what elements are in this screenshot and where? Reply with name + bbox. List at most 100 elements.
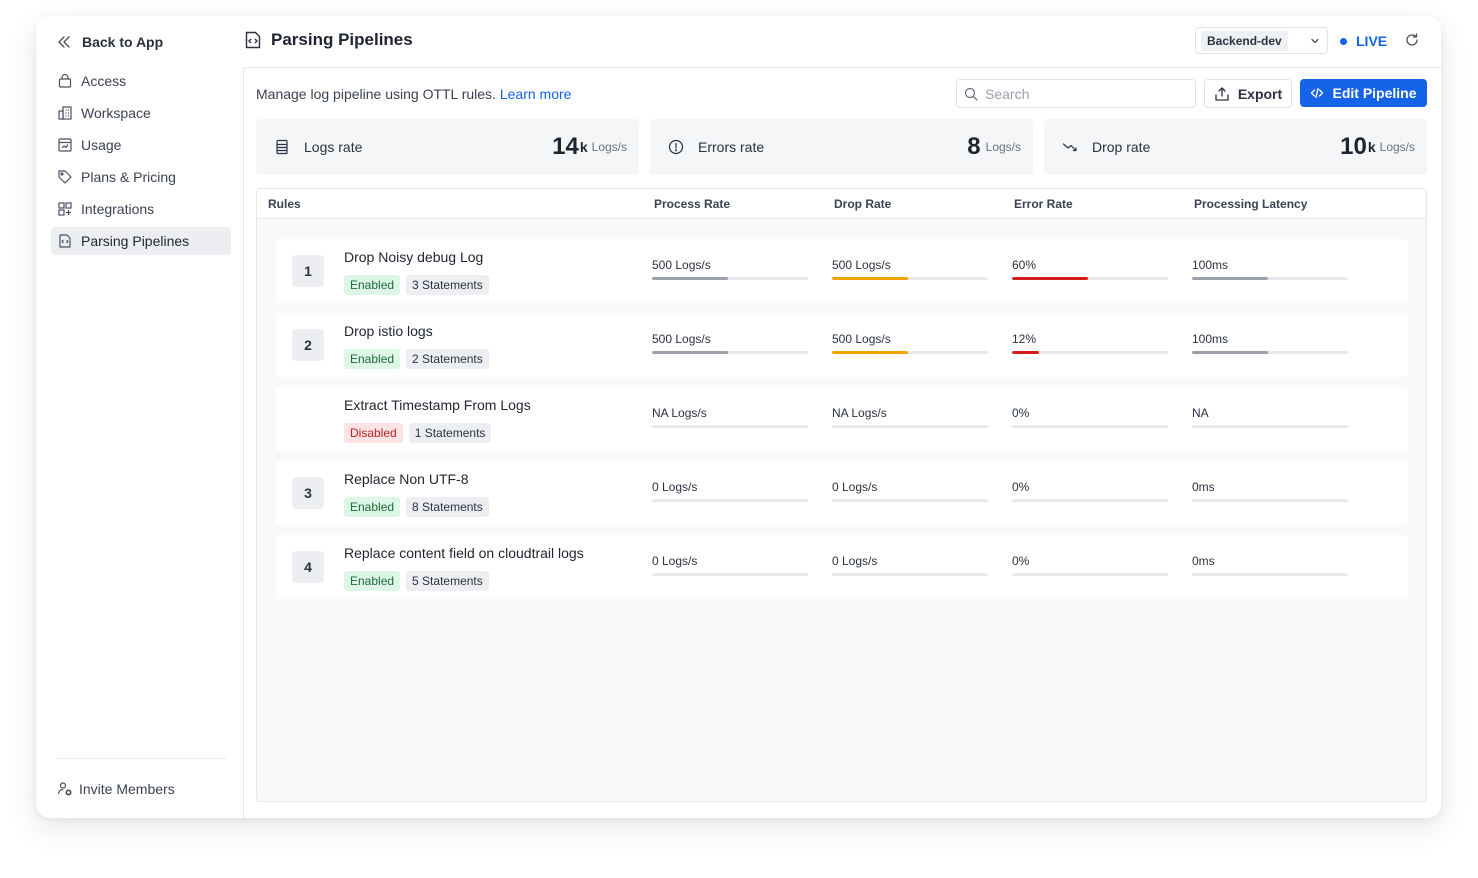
environment-value: Backend-dev	[1201, 30, 1288, 51]
header: Parsing Pipelines Backend-dev LIVE	[243, 16, 1441, 67]
process-rate-cell: 0 Logs/s	[652, 480, 808, 502]
status-badge: Enabled	[344, 275, 401, 295]
search-icon	[964, 87, 978, 101]
column-header-process-rate: Process Rate	[654, 197, 731, 211]
sidebar-item-usage[interactable]: Usage	[51, 131, 231, 159]
rule-badges: Enabled 2 Statements	[344, 349, 489, 369]
error-rate-bar	[1012, 425, 1168, 428]
statements-badge: 1 Statements	[408, 423, 492, 443]
stat-value: 14	[552, 133, 579, 160]
learn-more-link[interactable]: Learn more	[500, 86, 572, 102]
status-badge: Enabled	[344, 349, 401, 369]
live-label: LIVE	[1356, 33, 1388, 49]
live-toggle[interactable]: LIVE	[1340, 33, 1387, 49]
error-rate-bar	[1012, 277, 1168, 280]
lock-icon	[58, 73, 72, 88]
table-header: Rules Process Rate Drop Rate Error Rate …	[257, 189, 1426, 219]
table-row[interactable]: 3 Replace Non UTF-8 Enabled 8 Statements…	[276, 461, 1408, 525]
back-to-app-link[interactable]: Back to App	[56, 32, 163, 52]
rules-list: 1 Drop Noisy debug Log Enabled 3 Stateme…	[276, 239, 1408, 609]
process-rate-value: 0 Logs/s	[652, 480, 698, 494]
statements-badge: 5 Statements	[406, 571, 489, 591]
process-rate-value: 500 Logs/s	[652, 332, 711, 346]
tag-icon	[58, 170, 72, 184]
table-row[interactable]: 1 Drop Noisy debug Log Enabled 3 Stateme…	[276, 239, 1408, 303]
latency-cell: 0ms	[1192, 554, 1348, 576]
table-row[interactable]: 4 Replace content field on cloudtrail lo…	[276, 535, 1408, 599]
rule-index: 2	[292, 329, 324, 361]
drop-rate-value: 500 Logs/s	[832, 258, 891, 272]
drop-rate-fill	[832, 351, 908, 354]
sidebar-item-workspace[interactable]: Workspace	[51, 99, 231, 127]
app-window: Back to App Access Workspace Usage Plans…	[36, 16, 1441, 818]
sidebar-item-parsing-pipelines[interactable]: Parsing Pipelines	[51, 227, 231, 255]
column-header-error-rate: Error Rate	[1014, 197, 1073, 211]
sidebar-nav: Access Workspace Usage Plans & Pricing I…	[51, 67, 231, 259]
stat-suffix: k	[1367, 139, 1376, 155]
drop-rate-cell: 0 Logs/s	[832, 554, 988, 576]
latency-fill	[1192, 277, 1268, 280]
sidebar-item-access[interactable]: Access	[51, 67, 231, 95]
latency-bar	[1192, 499, 1348, 502]
table-row[interactable]: 2 Drop istio logs Enabled 2 Statements 5…	[276, 313, 1408, 377]
stat-label: Errors rate	[698, 139, 765, 155]
double-chevron-left-icon	[58, 36, 70, 48]
table-row[interactable]: Extract Timestamp From Logs Disabled 1 S…	[276, 387, 1408, 451]
export-button[interactable]: Export	[1204, 79, 1292, 108]
drop-rate-cell: NA Logs/s	[832, 406, 988, 428]
search-input[interactable]	[985, 85, 1185, 102]
rule-index: 4	[292, 551, 324, 583]
invite-members-button[interactable]: Invite Members	[57, 779, 175, 799]
process-rate-value: NA Logs/s	[652, 406, 707, 420]
stat-unit: Logs/s	[591, 140, 627, 154]
process-rate-value: 0 Logs/s	[652, 554, 698, 568]
database-icon	[276, 139, 288, 155]
stat-label: Logs rate	[304, 139, 363, 155]
rule-badges: Enabled 8 Statements	[344, 497, 489, 517]
sidebar-divider	[56, 758, 226, 759]
export-label: Export	[1237, 85, 1283, 102]
rule-badges: Disabled 1 Statements	[344, 423, 492, 443]
rule-badges: Enabled 3 Statements	[344, 275, 489, 295]
search-box[interactable]	[956, 79, 1196, 108]
latency-cell: 100ms	[1192, 332, 1348, 354]
latency-bar	[1192, 425, 1348, 428]
error-rate-value: 60%	[1012, 258, 1037, 272]
drop-rate-bar	[832, 425, 988, 428]
pipeline-icon	[59, 234, 71, 248]
usage-icon	[58, 138, 72, 152]
error-rate-value: 0%	[1012, 480, 1030, 494]
refresh-icon[interactable]	[1404, 32, 1420, 48]
error-rate-cell: 0%	[1012, 554, 1168, 576]
environment-select[interactable]: Backend-dev	[1195, 27, 1328, 54]
latency-fill	[1192, 351, 1268, 354]
sidebar-item-integrations[interactable]: Integrations	[51, 195, 231, 223]
error-rate-cell: 60%	[1012, 258, 1168, 280]
trending-down-icon	[1062, 143, 1077, 152]
page-description: Manage log pipeline using OTTL rules. Le…	[256, 86, 571, 102]
process-rate-fill	[652, 277, 728, 280]
process-rate-bar	[652, 351, 808, 354]
process-rate-bar	[652, 425, 808, 428]
sidebar: Back to App Access Workspace Usage Plans…	[36, 16, 243, 818]
process-rate-bar	[652, 573, 808, 576]
sidebar-item-label: Workspace	[81, 105, 151, 121]
invite-members-label: Invite Members	[79, 781, 175, 797]
rule-name: Extract Timestamp From Logs	[344, 397, 531, 413]
sidebar-item-plans-pricing[interactable]: Plans & Pricing	[51, 163, 231, 191]
latency-value: 100ms	[1192, 258, 1229, 272]
building-icon	[58, 106, 72, 120]
back-to-app-label: Back to App	[82, 34, 164, 50]
latency-cell: 100ms	[1192, 258, 1348, 280]
edit-pipeline-button[interactable]: Edit Pipeline	[1300, 79, 1427, 107]
drop-rate-bar	[832, 499, 988, 502]
sidebar-item-label: Usage	[81, 137, 122, 153]
column-header-drop-rate: Drop Rate	[834, 197, 892, 211]
rule-name: Drop istio logs	[344, 323, 433, 339]
latency-value: NA	[1192, 406, 1209, 420]
drop-rate-bar	[832, 351, 988, 354]
page-title: Parsing Pipelines	[243, 30, 413, 50]
grid-plus-icon	[58, 202, 72, 216]
latency-value: 0ms	[1192, 480, 1215, 494]
description-text: Manage log pipeline using OTTL rules.	[256, 86, 496, 102]
